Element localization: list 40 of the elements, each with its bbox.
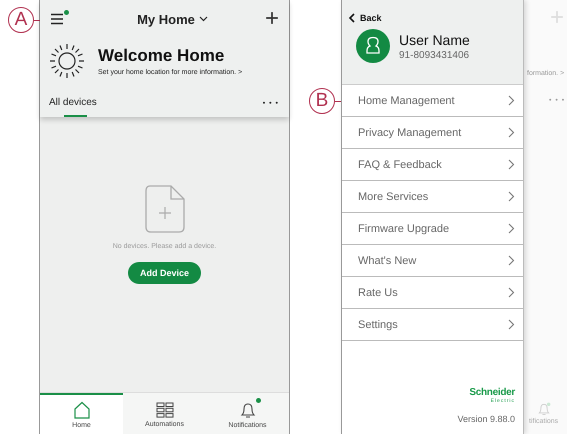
plus-label: +: [550, 6, 564, 30]
callout-marker: A: [8, 7, 34, 33]
menu-item[interactable]: FAQ & Feedback: [342, 149, 523, 181]
add-button[interactable]: +: [264, 7, 279, 31]
chevron-right-icon: [508, 223, 515, 234]
menu-item[interactable]: What's New: [342, 245, 523, 277]
menu-item[interactable]: Firmware Upgrade: [342, 213, 523, 245]
chevron-right-icon: [508, 95, 515, 106]
chevron-right-icon: [508, 319, 515, 330]
menu-icon[interactable]: [50, 13, 66, 25]
phone-number: 91-8093431406: [399, 50, 470, 60]
callout-marker: B: [309, 88, 335, 114]
menu-item[interactable]: Rate Us: [342, 277, 523, 309]
chevron-down-icon: [198, 16, 208, 22]
bell-icon: [238, 400, 256, 418]
home-icon: [72, 400, 90, 418]
menu-item[interactable]: Privacy Management: [342, 117, 523, 149]
chevron-right-icon: [508, 159, 515, 170]
bell-icon: [536, 402, 551, 416]
back-chevron-icon: [348, 13, 355, 23]
version-label: Version 9.88.0: [457, 414, 515, 424]
chevron-right-icon: [508, 191, 515, 202]
back-button[interactable]: Back: [348, 13, 382, 23]
home-selector[interactable]: My Home: [137, 12, 208, 26]
grid-icon: [156, 402, 174, 418]
sun-icon: [48, 42, 86, 80]
add-file-icon: [144, 185, 184, 233]
avatar-icon: [356, 29, 390, 63]
brand-name: Schneider: [469, 387, 515, 398]
chevron-right-icon: [508, 127, 515, 138]
user-name: User Name: [399, 32, 470, 48]
add-device-button[interactable]: Add Device: [128, 262, 202, 284]
menu-item[interactable]: More Services: [342, 181, 523, 213]
menu-item[interactable]: Home Management: [342, 85, 523, 117]
devices-tab[interactable]: All devices: [49, 93, 97, 117]
notification-dot: [256, 398, 260, 402]
chevron-right-icon: [508, 287, 515, 298]
welcome-title: Welcome Home: [98, 46, 226, 66]
menu-item[interactable]: Settings: [342, 309, 523, 341]
chevron-right-icon: [508, 255, 515, 266]
